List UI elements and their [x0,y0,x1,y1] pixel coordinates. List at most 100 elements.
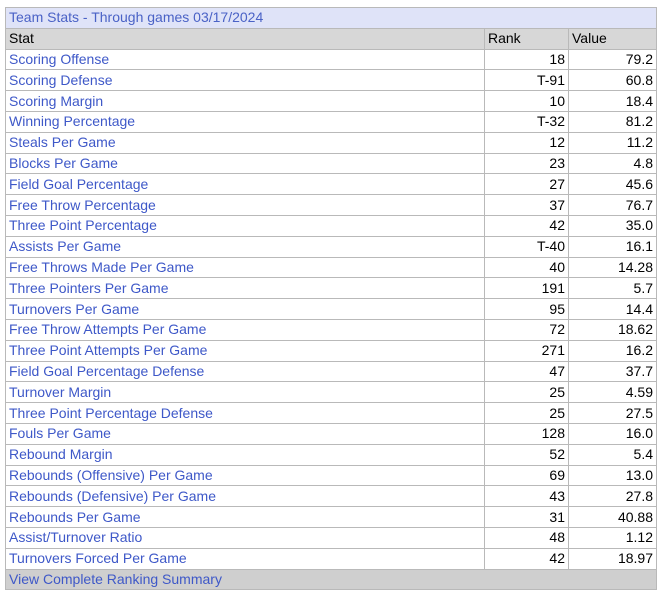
rank-cell: 42 [484,214,569,237]
footer-cell: View Complete Ranking Summary [5,568,657,591]
column-header-value: Value [568,27,657,50]
rank-cell: 12 [484,131,569,154]
rank-cell: 31 [484,506,569,528]
stat-link[interactable]: Fouls Per Game [9,425,111,441]
stat-link[interactable]: Rebounds (Defensive) Per Game [9,488,216,504]
table-row: Winning Percentage T-32 81.2 [5,110,657,133]
value-cell: 45.6 [568,173,657,196]
stat-cell: Winning Percentage [5,110,485,133]
value-cell: 35.0 [568,214,657,237]
rank-cell: 48 [484,526,569,549]
value-cell: 18.97 [568,547,657,570]
stat-link[interactable]: Assist/Turnover Ratio [9,529,142,545]
value-cell: 76.7 [568,194,657,216]
table-row: Rebounds (Offensive) Per Game 69 13.0 [5,464,657,487]
stat-link[interactable]: Field Goal Percentage Defense [9,363,204,379]
stat-link[interactable]: Three Pointers Per Game [9,280,169,296]
rank-cell: 42 [484,547,569,570]
column-header-row: Stat Rank Value [5,27,657,50]
value-cell: 81.2 [568,110,657,133]
table-row: Scoring Offense 18 79.2 [5,48,657,71]
stat-link[interactable]: Scoring Margin [9,93,103,109]
rank-cell: T-91 [484,69,569,92]
stat-cell: Steals Per Game [5,131,485,154]
value-cell: 37.7 [568,360,657,383]
table-row: Fouls Per Game 128 16.0 [5,422,657,445]
stat-link[interactable]: Three Point Percentage [9,217,157,233]
stat-link[interactable]: Rebounds (Offensive) Per Game [9,467,213,483]
table-row: Steals Per Game 12 11.2 [5,131,657,154]
stat-cell: Rebounds (Offensive) Per Game [5,464,485,487]
stat-link[interactable]: Field Goal Percentage [9,176,148,192]
value-cell: 16.0 [568,422,657,445]
table-row: Free Throws Made Per Game 40 14.28 [5,256,657,279]
stats-rows: Scoring Offense 18 79.2 Scoring Defense T-91… [5,48,657,570]
stat-cell: Free Throw Attempts Per Game [5,318,485,341]
table-row: Turnovers Per Game 95 14.4 [5,298,657,320]
table-row: Turnover Margin 25 4.59 [5,381,657,404]
footer-row: View Complete Ranking Summary [5,568,657,591]
table-row: Scoring Margin 10 18.4 [5,90,657,112]
stat-link[interactable]: Three Point Percentage Defense [9,405,213,421]
table-row: Free Throw Percentage 37 76.7 [5,194,657,216]
table-row: Scoring Defense T-91 60.8 [5,69,657,92]
value-cell: 16.1 [568,235,657,258]
stat-link[interactable]: Free Throw Percentage [9,197,156,213]
rank-cell: T-40 [484,235,569,258]
stat-link[interactable]: Winning Percentage [9,113,135,129]
stat-cell: Turnovers Forced Per Game [5,547,485,570]
stat-cell: Assist/Turnover Ratio [5,526,485,549]
rank-cell: 18 [484,48,569,71]
rank-cell: 47 [484,360,569,383]
value-cell: 14.4 [568,298,657,320]
table-row: Free Throw Attempts Per Game 72 18.62 [5,318,657,341]
stat-link[interactable]: Scoring Offense [9,51,109,67]
stat-link[interactable]: Free Throws Made Per Game [9,259,194,275]
stat-link[interactable]: Free Throw Attempts Per Game [9,321,206,337]
table-row: Three Point Attempts Per Game 271 16.2 [5,339,657,362]
stat-link[interactable]: Turnovers Forced Per Game [9,550,187,566]
team-stats-table: Team Stats - Through games 03/17/2024 St… [5,7,657,591]
stat-link[interactable]: Turnover Margin [9,384,111,400]
stat-cell: Turnovers Per Game [5,298,485,320]
stat-cell: Scoring Defense [5,69,485,92]
rank-cell: 128 [484,422,569,445]
stat-cell: Free Throws Made Per Game [5,256,485,279]
stat-cell: Assists Per Game [5,235,485,258]
stat-cell: Rebounds Per Game [5,506,485,528]
rank-cell: 37 [484,194,569,216]
table-row: Field Goal Percentage 27 45.6 [5,173,657,196]
stat-cell: Three Pointers Per Game [5,277,485,300]
stat-link[interactable]: Turnovers Per Game [9,301,139,317]
rank-cell: 25 [484,402,569,424]
stat-link[interactable]: Scoring Defense [9,72,113,88]
rank-cell: 69 [484,464,569,487]
value-cell: 79.2 [568,48,657,71]
value-cell: 4.8 [568,152,657,175]
rank-cell: 27 [484,173,569,196]
value-cell: 27.5 [568,402,657,424]
value-cell: 14.28 [568,256,657,279]
value-cell: 1.12 [568,526,657,549]
stat-link[interactable]: Three Point Attempts Per Game [9,342,207,358]
rank-cell: 10 [484,90,569,112]
stat-link[interactable]: Assists Per Game [9,238,121,254]
rank-cell: 40 [484,256,569,279]
stat-link[interactable]: Rebounds Per Game [9,509,141,525]
value-cell: 4.59 [568,381,657,404]
stat-link[interactable]: Rebound Margin [9,446,113,462]
table-row: Rebounds Per Game 31 40.88 [5,506,657,528]
table-row: Assists Per Game T-40 16.1 [5,235,657,258]
table-title-row: Team Stats - Through games 03/17/2024 [5,7,657,29]
value-cell: 60.8 [568,69,657,92]
view-ranking-summary-link[interactable]: View Complete Ranking Summary [9,571,222,587]
stat-link[interactable]: Blocks Per Game [9,155,118,171]
table-row: Three Pointers Per Game 191 5.7 [5,277,657,300]
value-cell: 27.8 [568,485,657,508]
value-cell: 11.2 [568,131,657,154]
stat-cell: Turnover Margin [5,381,485,404]
value-cell: 16.2 [568,339,657,362]
stat-link[interactable]: Steals Per Game [9,134,116,150]
table-row: Assist/Turnover Ratio 48 1.12 [5,526,657,549]
table-row: Three Point Percentage Defense 25 27.5 [5,402,657,424]
